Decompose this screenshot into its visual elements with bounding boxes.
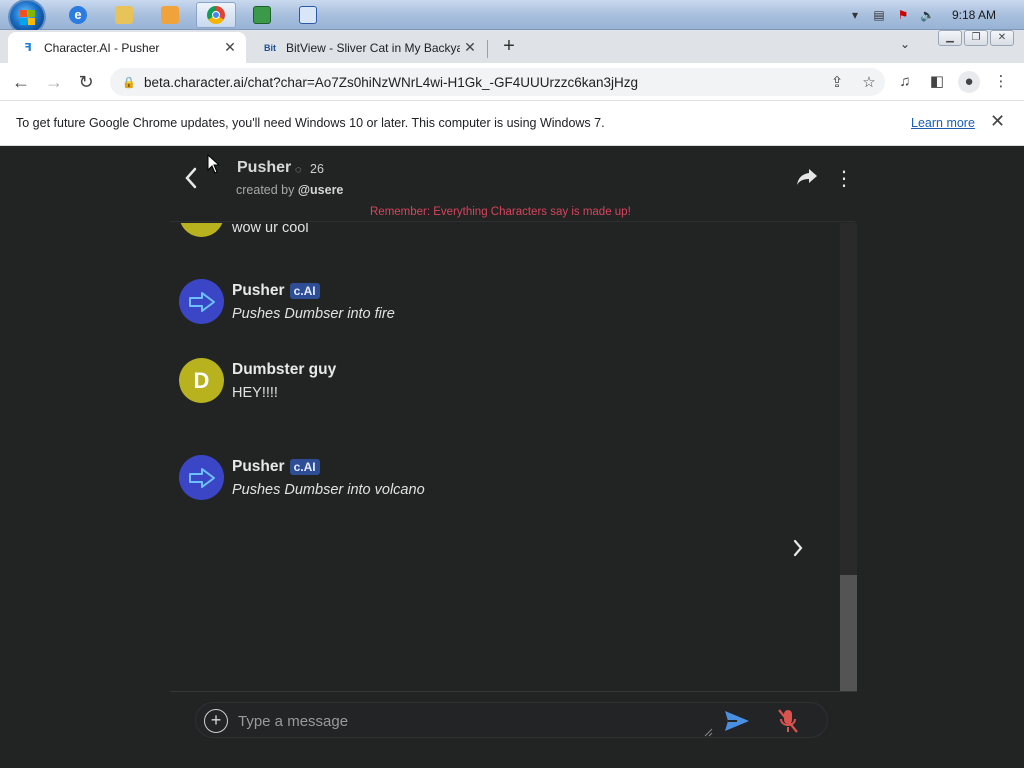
back-arrow-icon[interactable]: ← — [10, 71, 32, 93]
pusher-avatar[interactable] — [179, 279, 224, 324]
share-page-icon[interactable]: ⇪ — [821, 73, 853, 91]
taskbar-file-explorer[interactable] — [104, 2, 144, 28]
chrome-menu-icon[interactable]: ⋮ — [990, 71, 1012, 93]
taskbar-media-player[interactable] — [150, 2, 190, 28]
close-infobar-icon[interactable]: ✕ — [990, 111, 1005, 132]
bitview-favicon-icon: Bit — [264, 42, 276, 53]
forward-arrow-icon[interactable]: → — [43, 71, 65, 93]
arrow-right-icon — [188, 467, 215, 488]
taskbar-app-blue[interactable] — [288, 2, 328, 28]
message-scrollbar[interactable] — [840, 223, 857, 691]
close-tab-icon[interactable]: ✕ — [460, 39, 480, 56]
disclaimer-text: Remember: Everything Characters say is m… — [370, 206, 631, 218]
new-tab-button[interactable]: + — [498, 36, 520, 58]
chat-page: Pusher ◌ 26 created by @usere ⋮ Remember… — [0, 146, 1024, 768]
chrome-icon — [207, 6, 225, 24]
tab-separator — [487, 40, 488, 58]
media-player-icon — [161, 6, 179, 24]
side-panel-icon[interactable]: ◧ — [926, 71, 948, 93]
message-input[interactable] — [238, 707, 708, 735]
mouse-cursor-icon — [207, 154, 219, 174]
message-item: wow ur cool — [179, 223, 309, 237]
address-bar[interactable]: 🔒 beta.character.ai/chat?char=Ao7Zs0hiNz… — [110, 68, 885, 96]
avatar[interactable] — [179, 223, 224, 237]
tab-title: Character.AI - Pusher — [44, 40, 160, 55]
restore-button[interactable]: ❐ — [964, 30, 988, 46]
close-window-button[interactable]: ✕ — [990, 30, 1014, 46]
chat-count: 26 — [310, 162, 324, 176]
cai-badge: c.AI — [289, 283, 320, 299]
pusher-avatar[interactable] — [179, 455, 224, 500]
folder-icon — [115, 6, 133, 24]
taskbar-app-green[interactable] — [242, 2, 282, 28]
send-icon[interactable] — [723, 708, 751, 734]
infobar-message: To get future Google Chrome updates, you… — [16, 116, 605, 130]
sender-name: Pusher c.AI — [232, 282, 395, 300]
message-item: Pusher c.AI Pushes Dumbser into volcano — [179, 455, 425, 500]
windows-logo-icon — [20, 10, 36, 26]
sender-name: Dumbster guy — [232, 361, 337, 378]
character-ai-favicon-icon: ꟻ — [24, 42, 32, 54]
message-item: D Dumbster guy HEY!!!! — [179, 358, 336, 403]
message-item: Pusher c.AI Pushes Dumbser into fire — [179, 279, 395, 324]
scrollbar-thumb[interactable] — [840, 575, 857, 691]
system-tray: ▾ ▤ ⚑ 🔈 9:18 AM — [848, 0, 1024, 30]
tab-character-ai[interactable]: ꟻ Character.AI - Pusher ✕ — [8, 32, 246, 63]
network-icon[interactable]: ▤ — [872, 8, 886, 22]
message-text: Pushes Dumbser into volcano — [232, 482, 425, 498]
chat-header: Pusher ◌ 26 created by @usere ⋮ Remember… — [170, 146, 855, 222]
chat-bubble-icon: ◌ — [295, 164, 302, 176]
message-text: wow ur cool — [232, 223, 309, 236]
tab-title: BitView - Sliver Cat in My Backyard — [286, 40, 460, 55]
character-name[interactable]: Pusher — [237, 159, 291, 177]
message-list[interactable]: wow ur cool Pusher c.AI Pushes Dumbser in… — [170, 223, 842, 691]
taskbar-internet-explorer[interactable]: e — [58, 2, 98, 28]
share-arrow-icon[interactable] — [796, 168, 818, 192]
window-controls: ▁ ❐ ✕ — [938, 30, 1014, 46]
security-alert-icon[interactable]: ⚑ — [896, 8, 910, 22]
tab-bitview[interactable]: Bit BitView - Sliver Cat in My Backyard … — [250, 32, 486, 63]
bookmark-star-icon[interactable]: ☆ — [853, 73, 885, 91]
sender-name: Pusher c.AI — [232, 458, 425, 476]
tab-search-chevron-icon[interactable]: ⌄ — [894, 37, 916, 57]
more-options-icon[interactable]: ⋮ — [834, 166, 854, 191]
url-text[interactable]: beta.character.ai/chat?char=Ao7Zs0hiNzWN… — [144, 75, 821, 90]
creator-link[interactable]: @usere — [298, 183, 344, 197]
volume-icon[interactable]: 🔈 — [920, 8, 935, 22]
next-response-chevron-icon[interactable] — [792, 538, 812, 564]
green-app-icon — [253, 6, 271, 24]
composer-divider — [170, 691, 857, 692]
tray-expand-icon[interactable]: ▾ — [848, 8, 862, 22]
update-infobar: To get future Google Chrome updates, you… — [0, 101, 1024, 146]
minimize-button[interactable]: ▁ — [938, 30, 962, 46]
arrow-right-icon — [188, 291, 215, 312]
clock[interactable]: 9:18 AM — [944, 8, 1004, 22]
blue-app-icon — [299, 6, 317, 24]
message-composer: + — [195, 702, 828, 738]
cai-badge: c.AI — [289, 459, 320, 475]
created-by: created by @usere — [236, 183, 344, 197]
taskbar-chrome[interactable] — [196, 2, 236, 28]
back-chevron-icon[interactable] — [184, 166, 204, 190]
browser-toolbar: ← → ↻ 🔒 beta.character.ai/chat?char=Ao7Z… — [0, 63, 1024, 101]
resize-grip-icon[interactable] — [703, 727, 713, 737]
media-controls-icon[interactable]: ♫ — [894, 71, 916, 93]
avatar[interactable]: D — [179, 358, 224, 403]
windows-taskbar: e ▾ ▤ ⚑ 🔈 9:18 AM — [0, 0, 1024, 35]
learn-more-link[interactable]: Learn more — [911, 116, 975, 130]
lock-icon[interactable]: 🔒 — [122, 76, 136, 89]
message-text: Pushes Dumbser into fire — [232, 306, 395, 322]
internet-explorer-icon: e — [69, 6, 87, 24]
add-attachment-icon[interactable]: + — [204, 709, 228, 733]
reload-icon[interactable]: ↻ — [75, 71, 97, 93]
message-text: HEY!!!! — [232, 385, 278, 401]
close-tab-icon[interactable]: ✕ — [220, 39, 240, 56]
profile-avatar-icon[interactable]: ● — [958, 71, 980, 93]
mic-muted-icon[interactable] — [776, 707, 800, 735]
